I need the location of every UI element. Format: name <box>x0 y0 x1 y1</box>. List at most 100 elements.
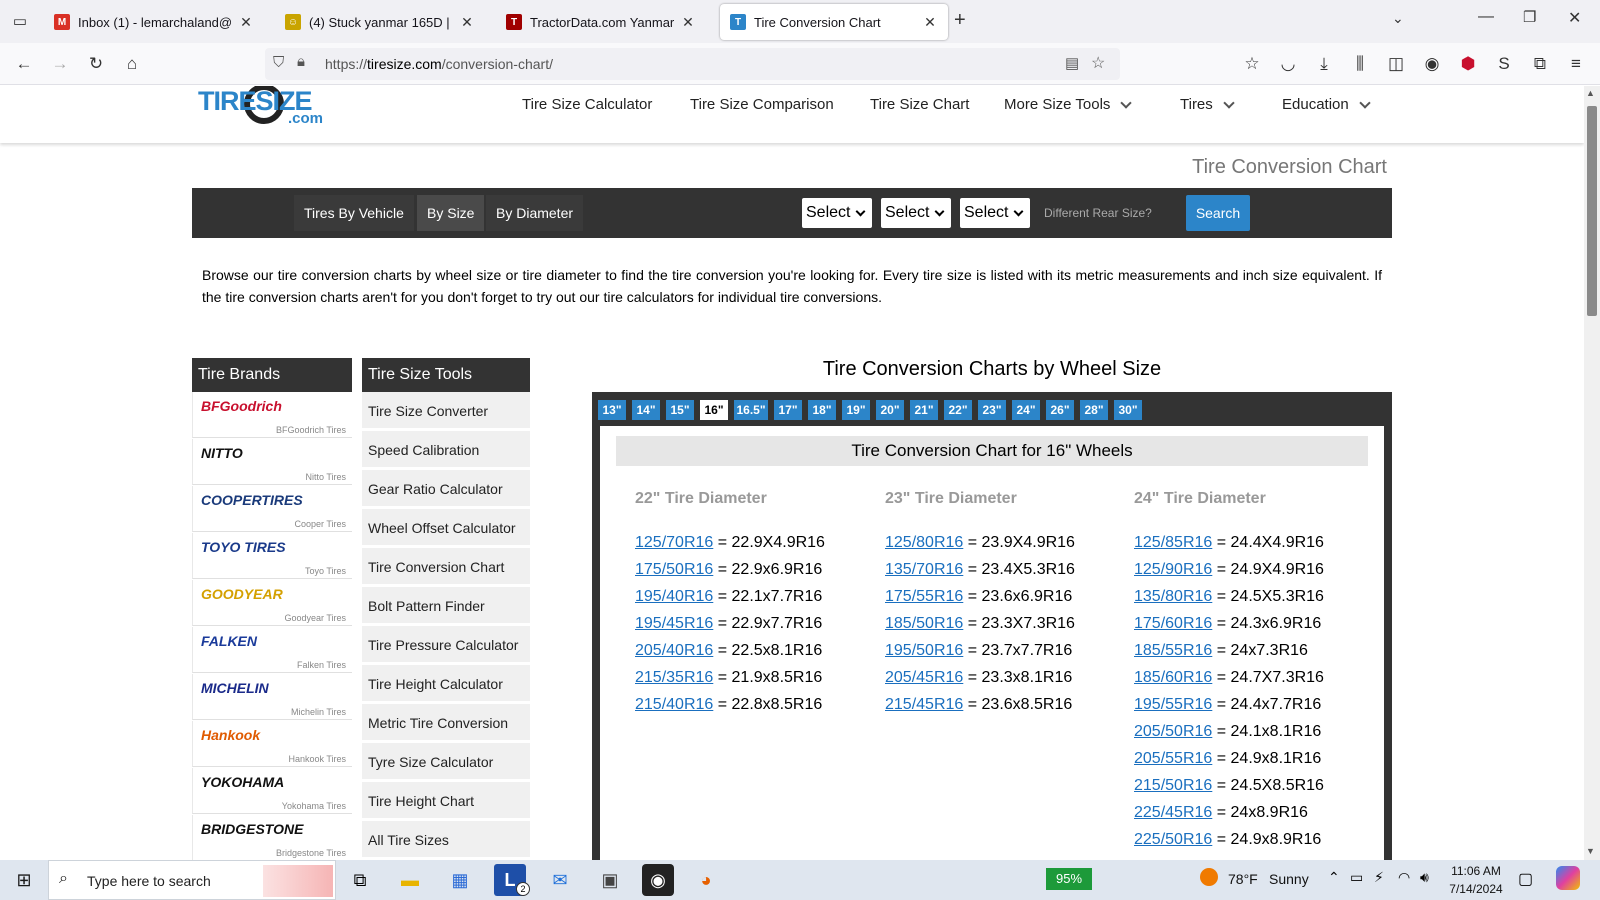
wifi-icon[interactable]: ◠ <box>1398 869 1410 886</box>
browser-tab[interactable]: M Inbox (1) - lemarchaland@gmai ✕ <box>44 4 264 40</box>
file-explorer-icon[interactable]: ▬ <box>394 864 426 896</box>
brand-item[interactable]: GOODYEAR Goodyear Tires <box>192 580 352 626</box>
aspect-select[interactable]: Select <box>881 198 951 228</box>
tire-size-link[interactable]: 215/40R16 <box>635 696 713 713</box>
wheel-size-tab[interactable]: 21" <box>910 400 938 420</box>
nav-menu-item[interactable]: More Size Tools <box>1004 96 1133 113</box>
scrollbar-thumb[interactable] <box>1587 106 1597 316</box>
home-icon[interactable]: ⌂ <box>120 52 144 76</box>
tab-by-diameter[interactable]: By Diameter <box>486 195 584 231</box>
tool-link[interactable]: Tire Conversion Chart <box>362 548 530 586</box>
tire-size-link[interactable]: 185/60R16 <box>1134 669 1212 686</box>
volume-icon[interactable]: 🔊︎ <box>1420 869 1429 886</box>
tool-link[interactable]: Tire Size Converter <box>362 392 530 430</box>
extension-s-icon[interactable]: S <box>1492 52 1516 76</box>
wheel-size-tab[interactable]: 20" <box>876 400 904 420</box>
tire-size-link[interactable]: 215/35R16 <box>635 669 713 686</box>
url-bar[interactable]: ⛉ 🔒︎ https://tiresize.com/conversion-cha… <box>265 48 1120 80</box>
task-view-icon[interactable]: ⧉ <box>344 864 376 896</box>
brand-item[interactable]: BRIDGESTONE Bridgestone Tires <box>192 815 352 860</box>
tab-list-icon[interactable]: ▭ <box>10 12 30 30</box>
tire-size-link[interactable]: 135/80R16 <box>1134 588 1212 605</box>
back-icon[interactable]: ← <box>12 52 36 76</box>
tire-size-link[interactable]: 195/45R16 <box>635 615 713 632</box>
clock-time[interactable]: 11:06 AM <box>1446 864 1506 878</box>
width-select[interactable]: Select <box>802 198 872 228</box>
wheel-size-tab[interactable]: 30" <box>1114 400 1142 420</box>
forward-icon[interactable]: → <box>48 52 72 76</box>
browser-tab[interactable]: T Tire Conversion Chart ✕ <box>720 4 948 40</box>
meet-now-icon[interactable]: ▭ <box>1350 869 1363 886</box>
tire-size-link[interactable]: 205/55R16 <box>1134 750 1212 767</box>
tire-size-link[interactable]: 225/45R16 <box>1134 804 1212 821</box>
pocket-icon[interactable]: ◡ <box>1276 52 1300 76</box>
minimize-icon[interactable]: — <box>1478 8 1494 26</box>
wheel-size-tab[interactable]: 14" <box>632 400 660 420</box>
copilot-icon[interactable] <box>1556 866 1580 890</box>
menu-icon[interactable]: ≡ <box>1564 52 1588 76</box>
tire-size-link[interactable]: 125/85R16 <box>1134 534 1212 551</box>
rim-select[interactable]: Select <box>960 198 1030 228</box>
tire-size-link[interactable]: 205/45R16 <box>885 669 963 686</box>
brand-item[interactable]: YOKOHAMA Yokohama Tires <box>192 768 352 814</box>
scroll-down-arrow-icon[interactable]: ▼ <box>1586 846 1595 856</box>
wheel-size-tab[interactable]: 16" <box>700 400 728 420</box>
brand-item[interactable]: FALKEN Falken Tires <box>192 627 352 673</box>
extensions-icon[interactable]: ⧉ <box>1528 52 1552 76</box>
wheel-size-tab[interactable]: 18" <box>808 400 836 420</box>
wheel-size-tab[interactable]: 22" <box>944 400 972 420</box>
brand-item[interactable]: COOPERTIRES Cooper Tires <box>192 486 352 532</box>
wheel-size-tab[interactable]: 24" <box>1012 400 1040 420</box>
tire-size-link[interactable]: 195/40R16 <box>635 588 713 605</box>
page-scrollbar[interactable]: ▲ ▼ <box>1584 86 1600 860</box>
nav-menu-item[interactable]: Tires <box>1180 96 1235 113</box>
library-icon[interactable]: ⫼ <box>1348 52 1372 76</box>
tire-size-link[interactable]: 215/45R16 <box>885 696 963 713</box>
tool-link[interactable]: Tire Height Calculator <box>362 665 530 703</box>
tire-size-link[interactable]: 225/50R16 <box>1134 831 1212 848</box>
tool-link[interactable]: Tire Height Chart <box>362 782 530 820</box>
tire-size-link[interactable]: 125/80R16 <box>885 534 963 551</box>
list-all-tabs-icon[interactable]: ⌄ <box>1392 10 1404 27</box>
tire-size-link[interactable]: 175/60R16 <box>1134 615 1212 632</box>
firefox-icon[interactable]: ◕ <box>690 864 722 896</box>
tire-size-link[interactable]: 195/55R16 <box>1134 696 1212 713</box>
tool-link[interactable]: Gear Ratio Calculator <box>362 470 530 508</box>
tool-link[interactable]: All Tire Sizes <box>362 821 530 859</box>
different-rear-size-toggle[interactable]: Different Rear Size? <box>1044 206 1152 220</box>
tire-size-link[interactable]: 135/70R16 <box>885 561 963 578</box>
power-icon[interactable]: ⚡︎ <box>1374 869 1384 886</box>
lock-icon[interactable]: 🔒︎ <box>297 53 305 70</box>
tab-tires-by-vehicle[interactable]: Tires By Vehicle <box>294 195 414 231</box>
battery-indicator[interactable]: 95% <box>1046 868 1092 890</box>
tire-size-link[interactable]: 185/55R16 <box>1134 642 1212 659</box>
nav-menu-item[interactable]: Tire Size Comparison <box>690 96 834 113</box>
tool-link[interactable]: Speed Calibration <box>362 431 530 469</box>
brand-item[interactable]: TOYO TIRES Toyo Tires <box>192 533 352 579</box>
downloads-icon[interactable]: ⤓ <box>1312 52 1336 76</box>
wheel-size-tab[interactable]: 13" <box>598 400 626 420</box>
wheel-size-tab[interactable]: 26" <box>1046 400 1074 420</box>
nav-menu-item[interactable]: Education <box>1282 96 1371 113</box>
camera-app-icon[interactable]: ◉ <box>642 864 674 896</box>
shield-icon[interactable]: ⛉ <box>273 54 284 71</box>
brand-item[interactable]: BFGoodrich BFGoodrich Tires <box>192 392 352 438</box>
tab-by-size[interactable]: By Size <box>417 195 485 231</box>
show-hidden-icons-icon[interactable]: ⌃ <box>1328 869 1340 886</box>
microsoft-store-icon[interactable]: ▦ <box>444 864 476 896</box>
brand-item[interactable]: NITTO Nitto Tires <box>192 439 352 485</box>
tire-size-link[interactable]: 195/50R16 <box>885 642 963 659</box>
new-tab-icon[interactable]: + <box>954 9 966 32</box>
tool-link[interactable]: Tyre Size Calculator <box>362 743 530 781</box>
notifications-icon[interactable]: ▢ <box>1518 869 1533 889</box>
tool-link[interactable]: Wheel Offset Calculator <box>362 509 530 547</box>
tire-size-link[interactable]: 175/55R16 <box>885 588 963 605</box>
tire-size-link[interactable]: 125/90R16 <box>1134 561 1212 578</box>
wheel-size-tab[interactable]: 23" <box>978 400 1006 420</box>
wheel-size-tab[interactable]: 16.5" <box>734 400 768 420</box>
save-to-pocket-icon[interactable]: ☆ <box>1240 52 1264 76</box>
adblock-icon[interactable]: ⬢ <box>1456 52 1480 76</box>
wheel-size-tab[interactable]: 28" <box>1080 400 1108 420</box>
close-tab-icon[interactable]: ✕ <box>922 14 938 31</box>
browser-tab[interactable]: ☺ (4) Stuck yanmar 165D | Page 7 ✕ <box>275 4 485 40</box>
